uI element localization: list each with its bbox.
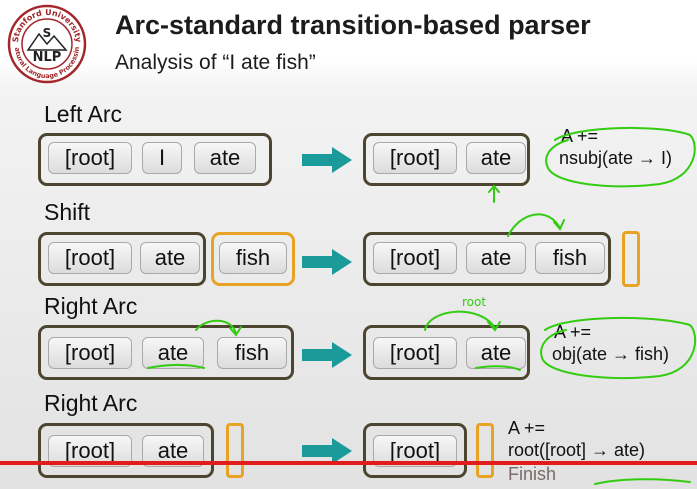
arc-note-label: A += [561, 126, 599, 146]
arc-note-label: A += [508, 418, 546, 438]
stanford-nlp-logo: Stanford University Natural Language Pro… [6, 4, 87, 84]
token-fish: fish [217, 337, 287, 369]
arc-note-value: nsubj(ate → I) [559, 148, 673, 168]
empty-buffer [476, 423, 494, 478]
token-root: [root] [373, 242, 457, 274]
arc-note-value: obj(ate → fish) [552, 344, 670, 364]
slide-title: Arc-standard transition-based parser [115, 10, 591, 40]
transition-arrow-icon [302, 147, 352, 173]
token-root: [root] [373, 142, 457, 174]
finish-label: Finish [508, 464, 557, 484]
transition-arrow-icon [302, 249, 352, 275]
row-label-right-arc: Right Arc [44, 293, 138, 319]
row-label-right-arc: Right Arc [44, 390, 138, 416]
empty-buffer [622, 231, 640, 287]
svg-text:NLP: NLP [33, 50, 62, 65]
token-fish: fish [535, 242, 605, 274]
arc-note-value: root([root] → ate) [508, 440, 646, 460]
token-i: I [142, 142, 182, 174]
token-root: [root] [373, 337, 457, 369]
empty-buffer [226, 423, 244, 478]
svg-text:root: root [462, 295, 486, 309]
token-fish: fish [219, 242, 287, 274]
row-label-left-arc: Left Arc [44, 101, 122, 127]
transition-arrow-icon [302, 342, 352, 368]
token-ate: ate [466, 337, 526, 369]
token-ate: ate [466, 142, 526, 174]
svg-text:S: S [43, 26, 52, 40]
token-root: [root] [48, 337, 132, 369]
token-root: [root] [48, 142, 132, 174]
token-ate: ate [140, 242, 200, 274]
token-root: [root] [48, 242, 132, 274]
token-ate: ate [466, 242, 526, 274]
arc-note-label: A += [554, 322, 592, 342]
video-progress-bar[interactable] [0, 461, 697, 465]
token-ate: ate [194, 142, 256, 174]
row-label-shift: Shift [44, 199, 91, 225]
token-ate: ate [142, 337, 204, 369]
slide-subtitle: Analysis of “I ate fish” [115, 51, 316, 74]
